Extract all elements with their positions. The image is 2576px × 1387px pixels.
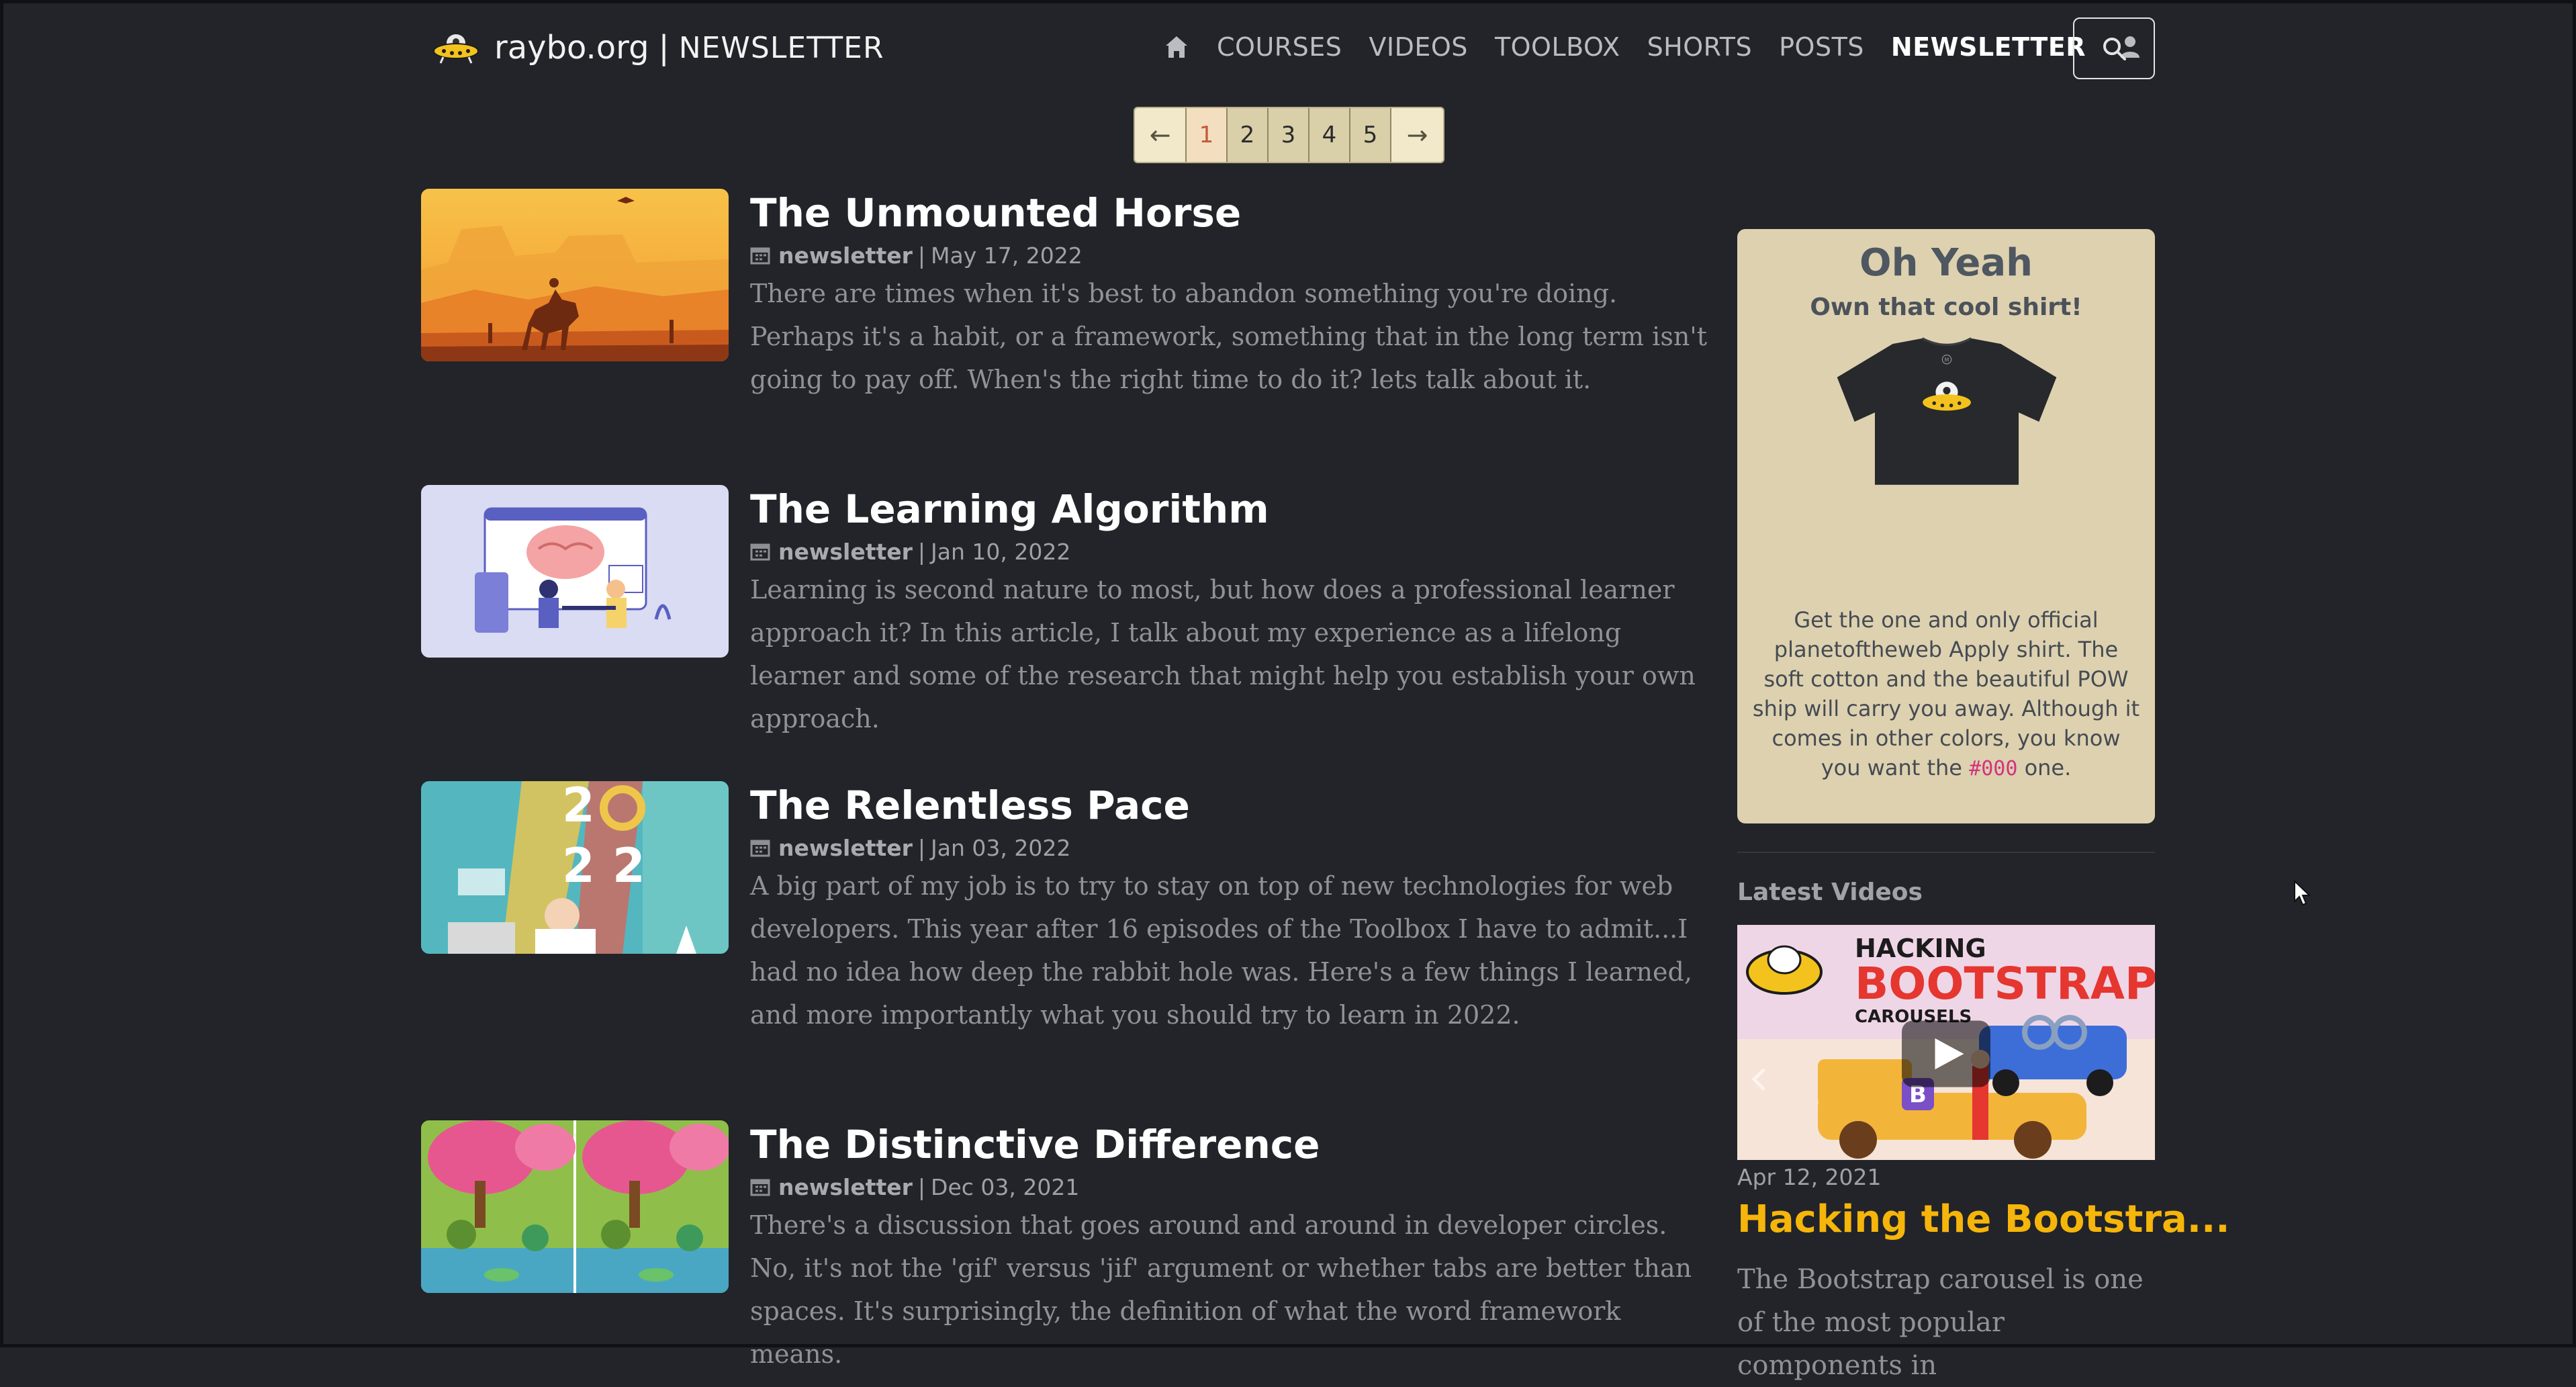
article-meta: newsletter | Jan 03, 2022 (750, 832, 1717, 863)
article-body: The Unmounted Horse newsletter | May 17,… (750, 189, 1717, 401)
sidebar-divider (1737, 852, 2155, 853)
calendar-icon (750, 543, 770, 561)
shirt-promo-card[interactable]: Oh Yeah Own that cool shirt! M Get the o… (1737, 229, 2155, 823)
promo-text-start: Get the one and only official planetofth… (1752, 607, 2140, 780)
article-body: The Relentless Pace newsletter | Jan 03,… (750, 781, 1717, 1036)
tshirt-image: M (1837, 337, 2057, 485)
article-thumbnail[interactable] (421, 1120, 729, 1293)
pagination: ← 1 2 3 4 5 → (1134, 107, 1444, 163)
desert-horse-illustration (421, 189, 729, 361)
pagination-prev[interactable]: ← (1135, 108, 1187, 162)
promo-text-end: one. (2017, 755, 2072, 780)
pagination-page-1[interactable]: 1 (1187, 108, 1228, 162)
promo-subtitle: Own that cool shirt! (1810, 294, 2082, 321)
video-excerpt: The Bootstrap carousel is one of the mos… (1737, 1264, 2144, 1381)
article-thumbnail[interactable] (421, 189, 729, 361)
article-excerpt: There's a discussion that goes around an… (750, 1210, 1692, 1369)
promo-title: Oh Yeah (1859, 241, 2033, 285)
article-title[interactable]: The Relentless Pace (750, 781, 1717, 830)
meta-separator: | (917, 242, 926, 269)
ufo-logo-icon (433, 34, 479, 64)
article-excerpt: A big part of my job is to try to stay o… (750, 871, 1692, 1030)
learning-brain-illustration (421, 485, 729, 658)
pagination-page-5[interactable]: 5 (1350, 108, 1391, 162)
pagination-page-2[interactable]: 2 (1228, 108, 1269, 162)
meta-separator: | (917, 538, 926, 565)
article-excerpt: There are times when it's best to abando… (750, 279, 1708, 394)
shirt-size-label: M (1945, 357, 1949, 363)
mouse-cursor-icon (2294, 880, 2311, 906)
svg-text:2: 2 (562, 781, 595, 833)
play-icon[interactable] (1902, 1020, 1990, 1087)
calendar-icon (750, 840, 770, 857)
svg-text:2: 2 (562, 838, 595, 893)
spot-the-difference-illustration (421, 1120, 729, 1293)
article-category[interactable]: newsletter (778, 1174, 913, 1200)
article-date: May 17, 2022 (931, 242, 1083, 269)
article-meta: newsletter | Dec 03, 2021 (750, 1171, 1717, 1202)
nav-link-toolbox[interactable]: TOOLBOX (1495, 32, 1620, 62)
home-icon[interactable] (1163, 34, 1190, 60)
article-thumbnail[interactable]: 2 2 2 (421, 781, 729, 954)
pagination-next[interactable]: → (1391, 108, 1443, 162)
article-category[interactable]: newsletter (778, 835, 913, 861)
article-date: Dec 03, 2021 (931, 1173, 1080, 1200)
video-date: Apr 12, 2021 (1737, 1164, 1882, 1190)
article-date: Jan 03, 2022 (931, 834, 1071, 861)
article-date: Jan 10, 2022 (931, 538, 1071, 565)
article-meta: newsletter | Jan 10, 2022 (750, 536, 1717, 567)
search-icon (2103, 38, 2126, 60)
article-category[interactable]: newsletter (778, 539, 913, 565)
article-body: The Distinctive Difference newsletter | … (750, 1120, 1717, 1376)
pagination-page-4[interactable]: 4 (1309, 108, 1350, 162)
article-title[interactable]: The Distinctive Difference (750, 1120, 1717, 1169)
meta-separator: | (917, 1173, 926, 1200)
promo-code: #000 (1969, 757, 2018, 780)
brand-link[interactable]: raybo.org | NEWSLETTER (432, 27, 884, 69)
promo-text: Get the one and only official planetofth… (1751, 605, 2142, 784)
nav-links: COURSES VIDEOS TOOLBOX SHORTS POSTS NEWS… (1163, 17, 2141, 77)
new-year-illustration: 2 2 2 (421, 781, 729, 954)
article-meta: newsletter | May 17, 2022 (750, 240, 1717, 271)
brand-section: NEWSLETTER (678, 30, 884, 65)
article-title[interactable]: The Unmounted Horse (750, 189, 1717, 237)
article-excerpt: Learning is second nature to most, but h… (750, 575, 1696, 733)
latest-videos-heading: Latest Videos (1737, 879, 1923, 906)
article-body: The Learning Algorithm newsletter | Jan … (750, 485, 1717, 740)
video-title[interactable]: Hacking the Bootstra... (1737, 1198, 2230, 1241)
nav-link-courses[interactable]: COURSES (1217, 32, 1342, 62)
nav-link-videos[interactable]: VIDEOS (1369, 32, 1468, 62)
calendar-icon (750, 247, 770, 265)
nav-link-posts[interactable]: POSTS (1779, 32, 1864, 62)
article-category[interactable]: newsletter (778, 242, 913, 269)
article-thumbnail[interactable] (421, 485, 729, 658)
navbar: raybo.org | NEWSLETTER COURSES VIDEOS TO… (421, 17, 2157, 79)
meta-separator: | (917, 834, 926, 861)
pagination-page-3[interactable]: 3 (1269, 108, 1309, 162)
search-button[interactable] (2073, 17, 2155, 79)
svg-text:2: 2 (612, 838, 645, 893)
nav-link-shorts[interactable]: SHORTS (1647, 32, 1753, 62)
brand-name: raybo.org (494, 29, 649, 66)
brand-separator: | (658, 29, 670, 66)
nav-link-newsletter[interactable]: NEWSLETTER (1891, 32, 2086, 62)
thumb-text-bootstrap: BOOTSTRAP (1855, 958, 2155, 1010)
video-thumbnail[interactable]: HACKING BOOTSTRAP CAROUSELS B (1737, 925, 2155, 1160)
article-title[interactable]: The Learning Algorithm (750, 485, 1717, 533)
calendar-icon (750, 1179, 770, 1196)
